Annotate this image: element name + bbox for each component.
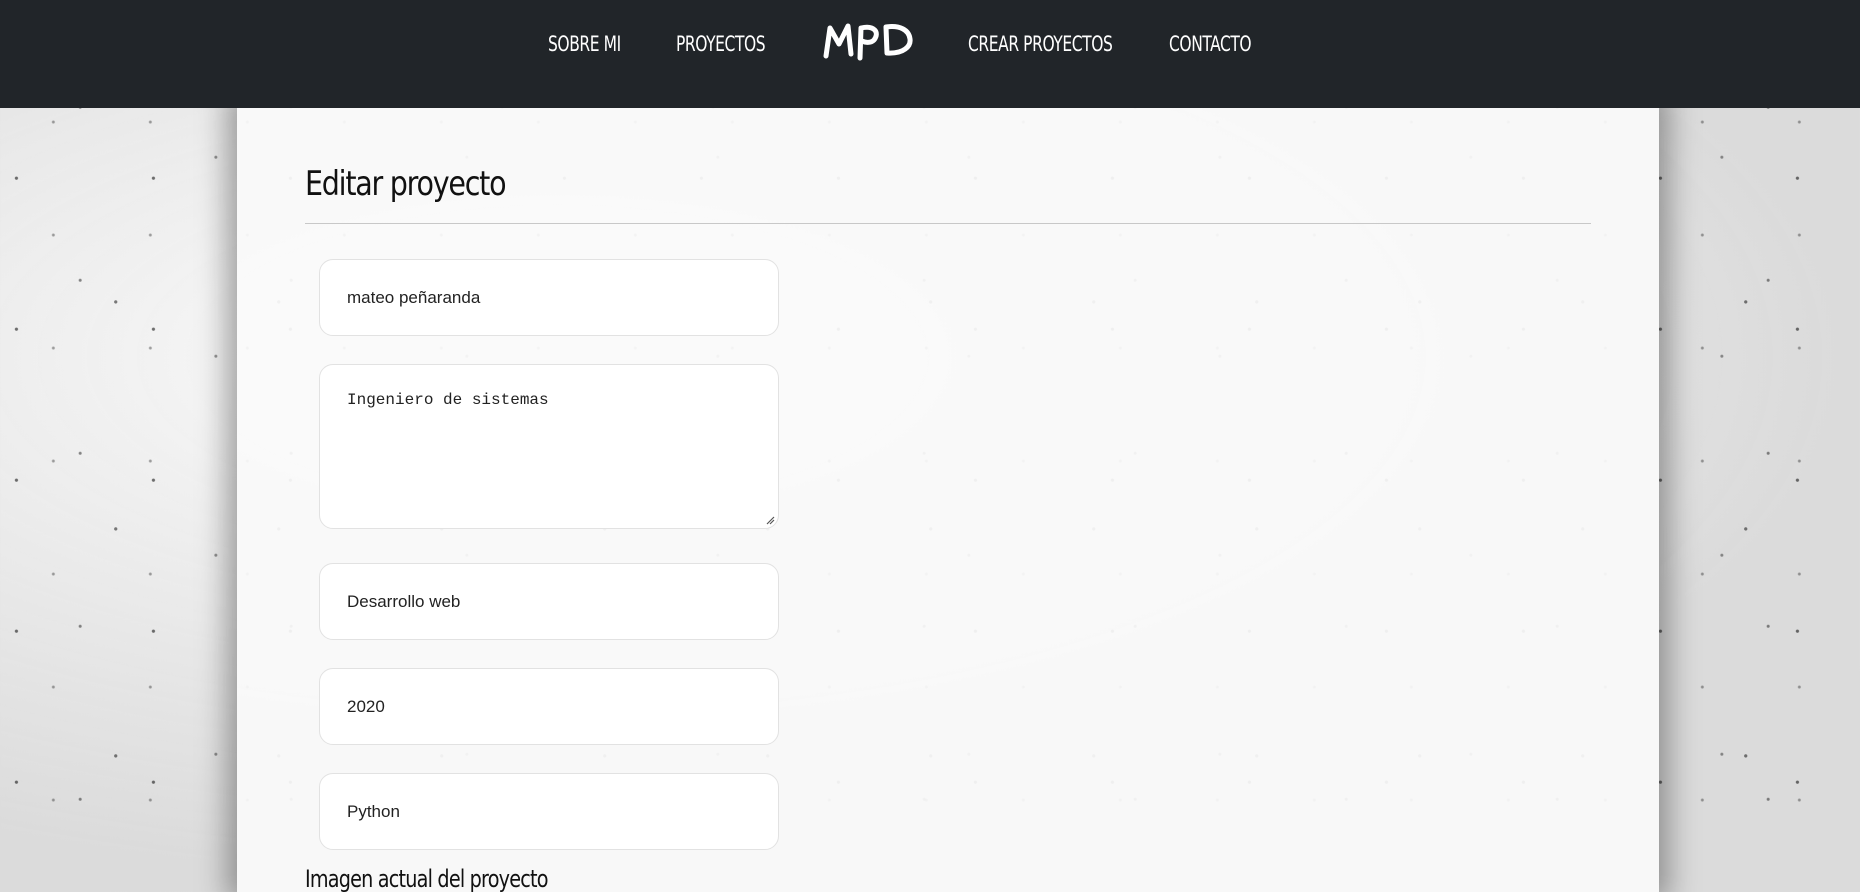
page-title: Editar proyecto (305, 164, 507, 204)
nav-link-contacto[interactable]: CONTACTO (1169, 32, 1252, 56)
current-image-label: Imagen actual del proyecto (305, 865, 548, 892)
project-year-input[interactable]: 2020 (319, 668, 779, 745)
project-description-textarea[interactable]: Ingeniero de sistemas (319, 364, 779, 529)
top-navbar: SOBRE MI PROYECTOS CREAR PROYECTOS CONTA… (0, 0, 1860, 108)
project-description-text: Ingeniero de sistemas (347, 391, 549, 409)
nav-link-proyectos[interactable]: PROYECTOS (676, 32, 766, 56)
project-category-input[interactable]: Desarrollo web (319, 563, 779, 640)
nav-link-sobre-mi[interactable]: SOBRE MI (548, 32, 621, 56)
resize-handle-icon[interactable] (765, 515, 775, 525)
nav-link-crear-proyectos[interactable]: CREAR PROYECTOS (968, 32, 1113, 56)
project-name-input[interactable]: mateo peñaranda (319, 259, 779, 336)
title-divider (305, 223, 1591, 224)
mpd-logo[interactable] (822, 20, 914, 64)
nav-inner: SOBRE MI PROYECTOS CREAR PROYECTOS CONTA… (0, 0, 1860, 100)
mpd-logo-icon (823, 23, 913, 61)
content-card: Editar proyecto mateo peñaranda Ingenier… (237, 100, 1659, 892)
project-technology-input[interactable]: Python (319, 773, 779, 850)
